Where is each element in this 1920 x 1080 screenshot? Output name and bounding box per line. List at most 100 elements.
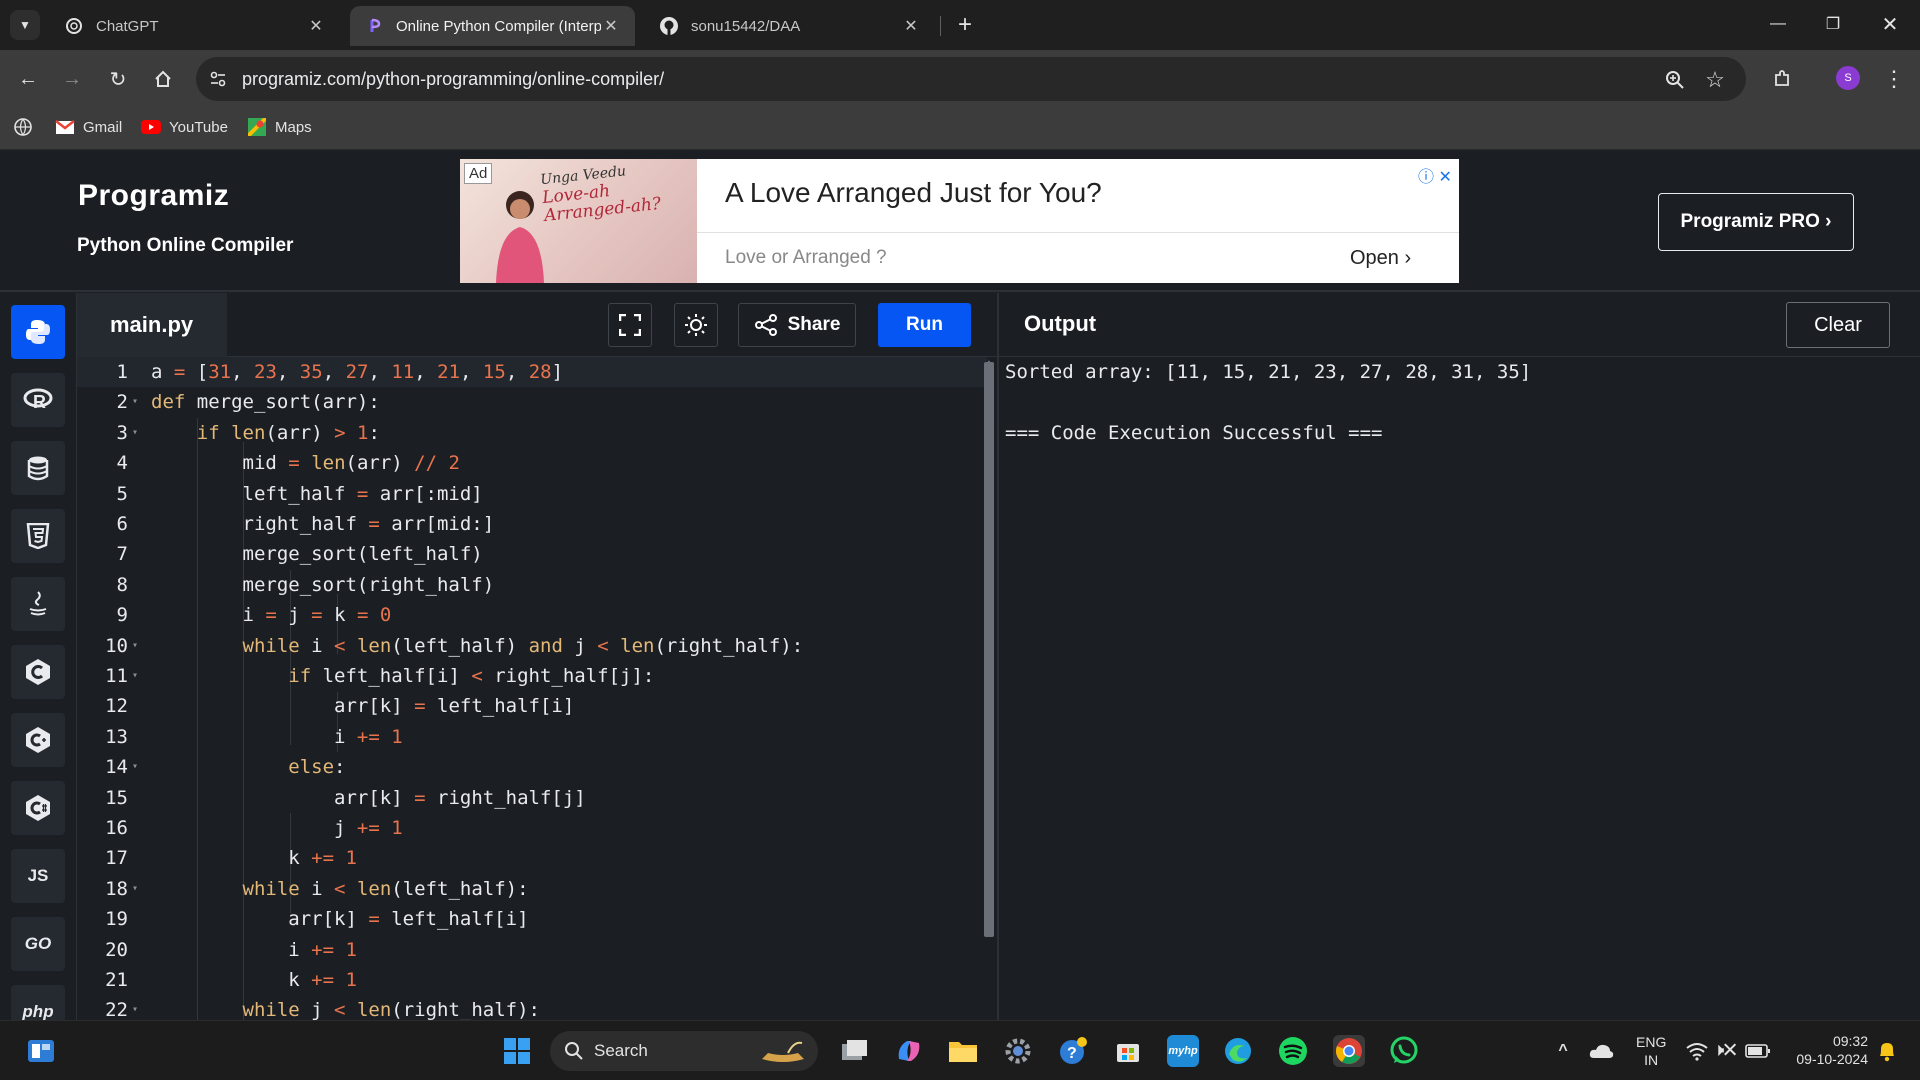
code-line: 3 ▾ if len(arr) > 1: [116,421,380,444]
volume-muted-icon[interactable]: 🕨✕ [1709,1035,1741,1067]
reload-icon[interactable]: ↻ [103,64,133,94]
windows-start-icon[interactable] [501,1035,533,1067]
microsoft-store-icon[interactable] [1112,1035,1144,1067]
cpp-icon[interactable] [11,713,65,767]
code-line: 12 arr[k] = left_half[i] [105,695,575,718]
ad-info-close-icon[interactable]: ⓘ ✕ [1418,163,1452,187]
restore-icon[interactable]: ❐ [1813,8,1853,40]
tab-chatgpt[interactable]: ChatGPT ✕ [50,6,340,46]
close-icon[interactable]: ✕ [601,16,621,36]
sql-database-icon[interactable] [11,441,65,495]
task-view-icon[interactable] [838,1035,870,1067]
file-explorer-icon[interactable] [947,1035,979,1067]
code-line: 1a = [31, 23, 35, 27, 11, 21, 15, 28] [77,357,987,388]
code-line: 11 ▾ if left_half[i] < right_half[j]: [105,665,655,687]
menu-kebab-icon[interactable]: ⋮ [1879,64,1909,94]
code-line: 8 merge_sort(right_half) [116,573,495,596]
settings-icon[interactable] [1002,1035,1034,1067]
copilot-icon[interactable] [893,1035,925,1067]
code-line: 5 left_half = arr[:mid] [116,482,483,505]
editor-scrollbar[interactable] [984,362,994,937]
battery-icon[interactable] [1742,1035,1774,1067]
file-tab-main-py[interactable]: main.py [77,293,227,357]
show-hidden-icons-chevron[interactable]: ^ [1547,1035,1579,1067]
tab-github-daa[interactable]: sonu15442/DAA ✕ [645,6,935,46]
code-line: 4 mid = len(arr) // 2 [116,452,460,475]
home-icon[interactable] [148,64,178,94]
output-title: Output [1024,311,1097,336]
github-icon [659,16,679,36]
run-button[interactable]: Run [878,303,971,347]
address-bar[interactable]: programiz.com/python-programming/online-… [196,57,1746,101]
profile-avatar[interactable]: S [1836,66,1860,90]
go-icon[interactable]: GO [11,917,65,971]
tab-online-python-compiler[interactable]: Online Python Compiler (Interp ✕ [350,6,635,46]
chrome-icon[interactable] [1333,1035,1365,1067]
get-help-icon[interactable]: ? [1057,1035,1089,1067]
fullscreen-icon[interactable] [608,303,652,347]
share-button[interactable]: Share [738,303,856,347]
spotify-icon[interactable] [1277,1035,1309,1067]
youtube-icon [141,118,161,136]
bookmark-label: YouTube [169,118,228,136]
chatgpt-icon [64,16,84,36]
ad-banner[interactable]: Ad Unga Veedu Love-ah Arranged-ah? A Lov… [460,159,1459,283]
code-line: 16 j += 1 [105,817,403,839]
java-icon[interactable] [11,577,65,631]
ad-tag: Ad [464,163,493,184]
edge-icon[interactable] [1222,1035,1254,1067]
ad-subtitle: Love or Arranged ? [725,247,887,268]
tab-search-dropdown[interactable]: ▼ [10,10,40,40]
bookmark-maps[interactable]: Maps [247,118,312,136]
gmail-icon [55,118,75,136]
close-icon[interactable]: ✕ [306,16,326,36]
myhp-icon[interactable]: myhp [1167,1035,1199,1067]
close-icon[interactable]: ✕ [901,16,921,36]
clock[interactable]: 09:32 09-10-2024 [1786,1032,1868,1068]
html5-icon[interactable] [11,509,65,563]
bookmark-youtube[interactable]: YouTube [141,118,228,136]
code-line: 10 ▾ while i < len(left_half) and j < len… [105,634,804,657]
taskbar-search-box[interactable]: Search [550,1031,818,1071]
extensions-icon[interactable] [1767,64,1797,94]
clear-button[interactable]: Clear [1786,302,1890,348]
language-sidebar: R JS GO php [0,293,77,1039]
zoom-icon[interactable] [1662,67,1688,93]
svg-text:R: R [33,392,46,412]
minimize-icon[interactable]: — [1758,8,1798,40]
c-lang-icon[interactable] [11,645,65,699]
input-language-indicator[interactable]: ENG IN [1636,1033,1666,1069]
new-tab-button[interactable]: + [950,10,980,40]
ad-open-button[interactable]: Open › [1350,247,1411,270]
back-icon[interactable]: ← [13,64,43,94]
whatsapp-icon[interactable] [1388,1035,1420,1067]
csharp-icon[interactable] [11,781,65,835]
notifications-bell-icon[interactable] [1871,1035,1903,1067]
theme-toggle-icon[interactable] [674,303,718,347]
site-info-icon[interactable] [208,69,228,89]
forward-icon[interactable]: → [57,64,87,94]
onedrive-cloud-icon[interactable] [1585,1035,1617,1067]
site-header: Programiz Python Online Compiler Ad Unga… [0,151,1920,292]
code-line: 19 arr[k] = left_half[i] [105,908,529,931]
code-line: 13 i += 1 [105,725,403,748]
python-icon[interactable] [11,305,65,359]
bookmark-star-icon[interactable]: ☆ [1702,67,1728,93]
bookmark-gmail[interactable]: Gmail [55,118,122,136]
ad-image: Ad Unga Veedu Love-ah Arranged-ah? [460,159,697,283]
programiz-pro-button[interactable]: Programiz PRO › [1658,193,1854,251]
window-close-icon[interactable]: ✕ [1870,8,1910,40]
share-label: Share [787,314,841,335]
javascript-icon[interactable]: JS [11,849,65,903]
output-header: Output Clear [997,293,1920,357]
tab-title: Online Python Compiler (Interp [396,17,601,35]
share-icon [754,314,777,336]
programiz-logo[interactable]: Programiz [78,179,229,213]
maps-icon [247,118,267,136]
ad-script-text: Unga Veedu Love-ah Arranged-ah? [539,163,662,226]
code-editor[interactable]: 1a = [31, 23, 35, 27, 11, 21, 15, 28] 2 ▾… [77,357,997,1020]
r-lang-icon[interactable]: R [11,373,65,427]
apps-icon[interactable] [14,118,32,136]
code-line: 9 i = j = k = 0 [116,604,392,627]
widgets-icon[interactable] [25,1035,57,1067]
